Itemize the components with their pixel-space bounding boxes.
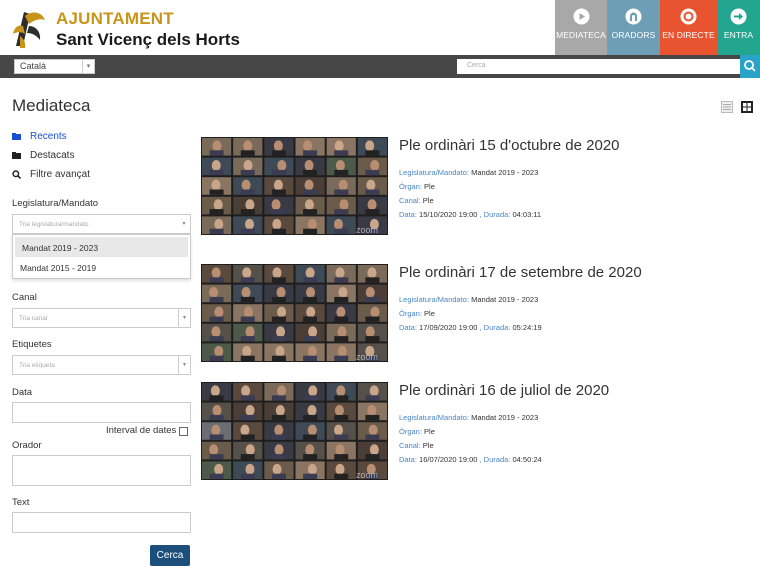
etiquetes-placeholder: Tria etiqueta (19, 362, 55, 369)
data-label: Data (12, 387, 33, 398)
list-view-icon[interactable] (721, 101, 733, 113)
result-date-duration: Data: 15/10/2020 19:00 , Durada: 04:03:1… (399, 210, 542, 219)
video-thumbnail[interactable]: zoom (201, 382, 388, 480)
top-nav: MEDIATECA ORADORS EN DIRECTE ENTRA (555, 0, 760, 55)
nav-en-directe-label: EN DIRECTE (662, 30, 715, 40)
live-icon (680, 8, 697, 25)
result-item[interactable]: zoom Ple ordinàri 15 d'octubre de 2020 L… (201, 137, 741, 237)
brand-title: AJUNTAMENT (56, 9, 174, 28)
chevron-down-icon: ▾ (178, 309, 190, 327)
orador-label: Orador (12, 440, 42, 451)
cerca-button[interactable]: Cerca (150, 545, 190, 566)
sidebar-item-recents[interactable]: Recents (12, 131, 67, 142)
search-input[interactable]: Cerca (457, 59, 740, 74)
result-item[interactable]: zoom Ple ordinàri 17 de setembre de 2020… (201, 264, 741, 364)
nav-en-directe-button[interactable]: EN DIRECTE (660, 0, 717, 55)
nav-oradors-label: ORADORS (611, 30, 656, 40)
nav-mediateca-label: MEDIATECA (556, 30, 606, 40)
interval-label: Interval de dates (106, 425, 177, 436)
folder-icon (12, 133, 21, 140)
sidebar-item-label: Recents (30, 131, 67, 142)
result-date-duration: Data: 16/07/2020 19:00 , Durada: 04:50:2… (399, 455, 542, 464)
result-title[interactable]: Ple ordinàri 15 d'octubre de 2020 (399, 137, 620, 154)
result-title[interactable]: Ple ordinàri 16 de juliol de 2020 (399, 382, 609, 399)
person-icon (625, 8, 642, 25)
legislatura-dropdown: Mandat 2019 - 2023 Mandat 2015 - 2019 (12, 234, 191, 279)
chevron-down-icon: ▾ (182, 221, 186, 227)
language-select[interactable]: Català ▾ (14, 59, 95, 74)
sidebar-item-label: Destacats (30, 150, 75, 161)
result-organ: Òrgan: Ple (399, 427, 435, 436)
sidebar-item-label: Filtre avançat (30, 169, 91, 180)
video-grid-image: zoom (202, 138, 387, 235)
video-thumbnail[interactable]: zoom (201, 264, 388, 362)
date-input[interactable] (12, 402, 191, 423)
video-grid-image: zoom (202, 265, 387, 362)
folder-icon (12, 152, 21, 159)
canal-label: Canal (12, 292, 37, 303)
result-title[interactable]: Ple ordinàri 17 de setembre de 2020 (399, 264, 642, 281)
result-organ: Òrgan: Ple (399, 182, 435, 191)
legislatura-label: Legislatura/Mandato (12, 198, 99, 209)
page-title: Mediateca (12, 96, 91, 115)
search-button[interactable] (740, 55, 760, 78)
toolbar: Català ▾ Cerca (0, 55, 760, 78)
nav-oradors-button[interactable]: ORADORS (607, 0, 660, 55)
etiquetes-select[interactable]: Tria etiqueta ▾ (12, 355, 191, 375)
login-arrow-icon (730, 8, 747, 25)
legislatura-placeholder: Tria legislatura/mandato (19, 221, 89, 228)
text-input[interactable] (12, 512, 191, 533)
result-date-duration: Data: 17/09/2020 19:00 , Durada: 05:24:1… (399, 323, 542, 332)
sidebar-item-destacats[interactable]: Destacats (12, 150, 74, 161)
etiquetes-label: Etiquetes (12, 339, 52, 350)
language-value: Català (20, 61, 47, 71)
nav-entra-button[interactable]: ENTRA (717, 0, 760, 55)
search-icon (12, 170, 21, 179)
sidebar-item-filtre-avancat[interactable]: Filtre avançat (12, 169, 90, 180)
result-legislatura: Legislatura/Mandato: Mandat 2019 - 2023 (399, 413, 539, 422)
header: AJUNTAMENT Sant Vicenç dels Horts MEDIAT… (0, 0, 760, 55)
brand-subtitle: Sant Vicenç dels Horts (56, 30, 240, 49)
result-legislatura: Legislatura/Mandato: Mandat 2019 - 2023 (399, 168, 539, 177)
result-legislatura: Legislatura/Mandato: Mandat 2019 - 2023 (399, 295, 539, 304)
play-icon (573, 8, 589, 25)
search-icon (744, 60, 756, 72)
chevron-down-icon: ▾ (82, 60, 94, 73)
zoom-watermark: zoom (356, 470, 378, 480)
nav-entra-label: ENTRA (723, 30, 754, 40)
town-logo[interactable] (10, 6, 48, 50)
result-item[interactable]: zoom Ple ordinàri 16 de juliol de 2020 L… (201, 382, 741, 482)
zoom-watermark: zoom (356, 225, 378, 235)
canal-select[interactable]: Tria canal ▾ (12, 308, 191, 328)
chevron-down-icon: ▾ (178, 356, 190, 374)
result-canal: Canal: Ple (399, 441, 434, 450)
dropdown-option[interactable]: Mandat 2019 - 2023 (15, 237, 188, 257)
video-grid-image: zoom (202, 383, 387, 480)
legislatura-select[interactable]: Tria legislatura/mandato ▾ (12, 214, 191, 234)
interval-checkbox[interactable] (179, 427, 188, 436)
grid-view-icon[interactable] (741, 101, 753, 113)
zoom-watermark: zoom (356, 352, 378, 362)
video-thumbnail[interactable]: zoom (201, 137, 388, 235)
canal-placeholder: Tria canal (19, 315, 48, 322)
orador-input[interactable] (12, 455, 191, 486)
result-canal: Canal: Ple (399, 196, 434, 205)
result-organ: Òrgan: Ple (399, 309, 435, 318)
dropdown-option[interactable]: Mandat 2015 - 2019 (13, 257, 190, 277)
nav-mediateca-button[interactable]: MEDIATECA (555, 0, 607, 55)
text-label: Text (12, 497, 30, 508)
